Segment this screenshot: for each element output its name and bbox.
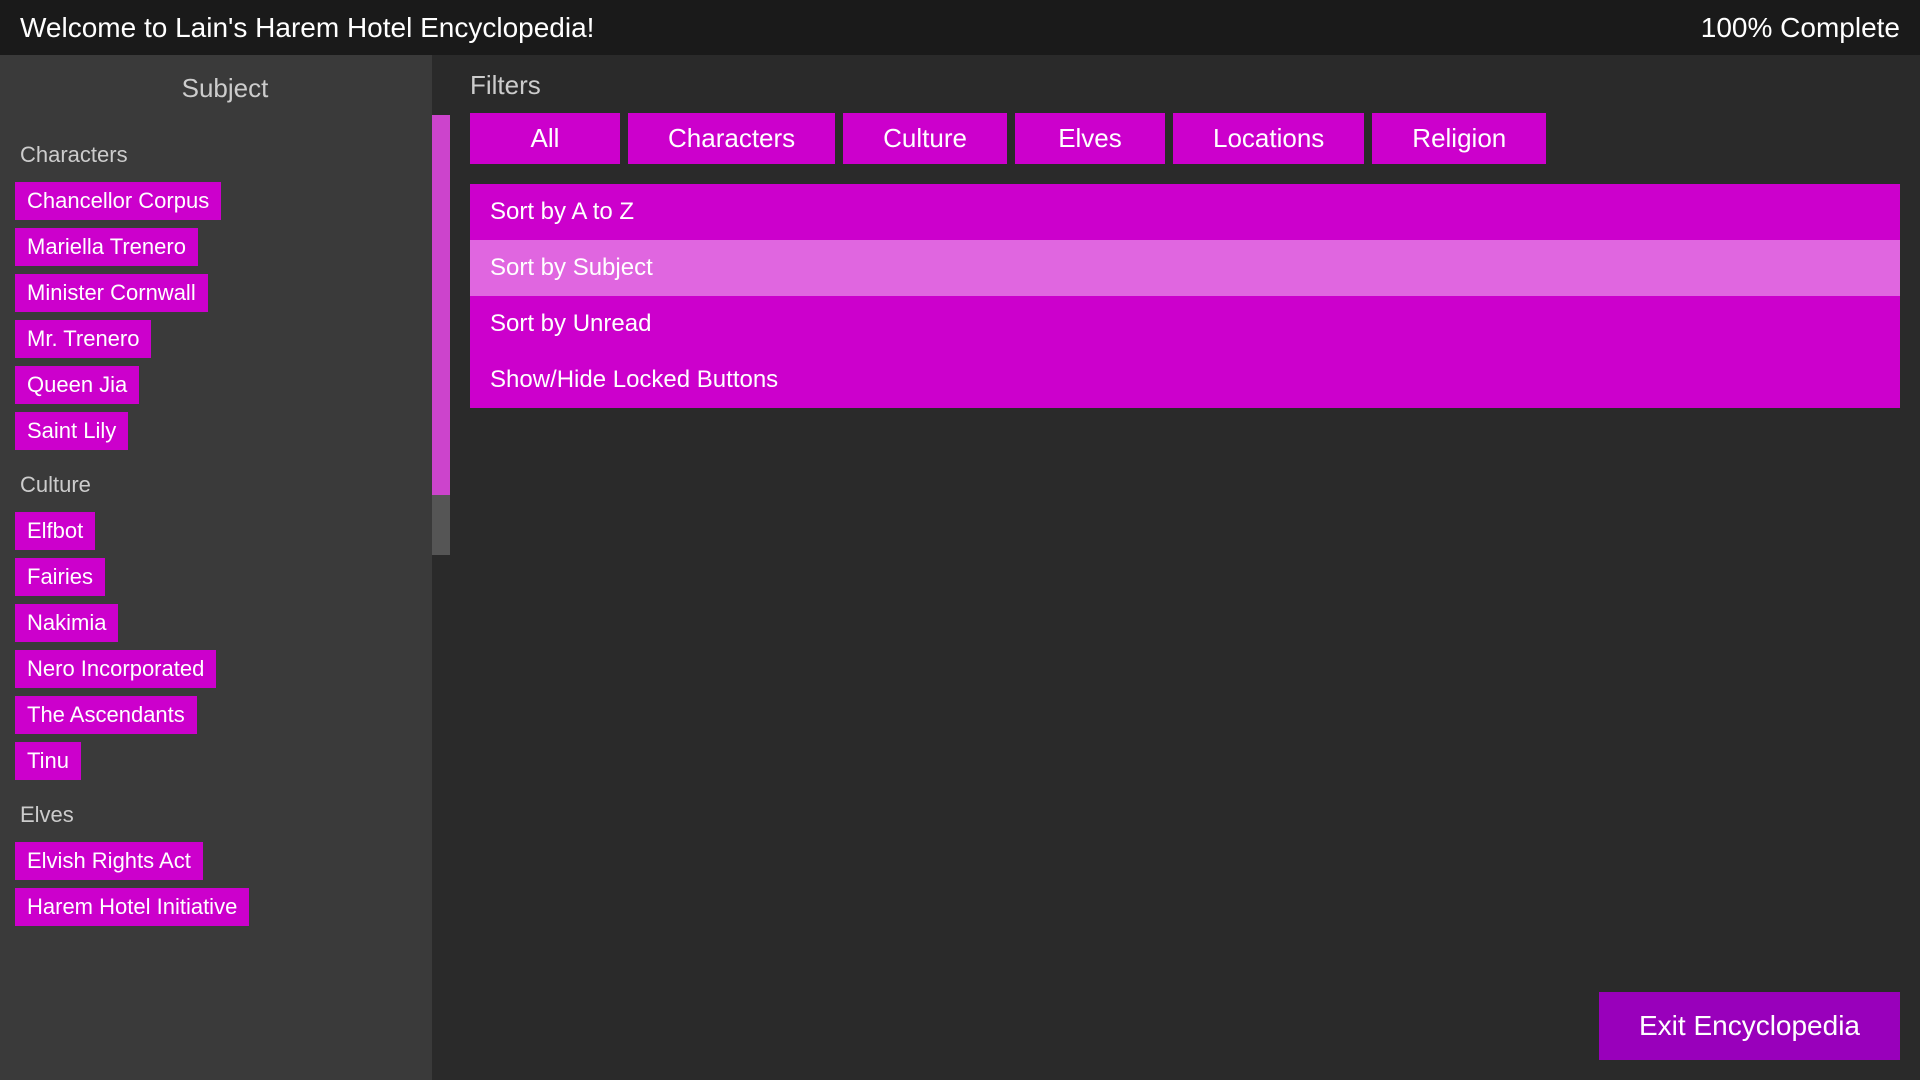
sort-option-1[interactable]: Sort by Subject <box>470 240 1900 296</box>
category-label-elves: Elves <box>20 802 435 828</box>
left-panel-header: Subject <box>0 55 450 114</box>
scrollbar-thumb-bottom[interactable] <box>432 495 450 555</box>
subject-button[interactable]: Tinu <box>15 742 81 780</box>
filter-button-culture[interactable]: Culture <box>843 113 1007 164</box>
exit-encyclopedia-button[interactable]: Exit Encyclopedia <box>1599 992 1900 1060</box>
subject-button[interactable]: Fairies <box>15 558 105 596</box>
filter-button-all[interactable]: All <box>470 113 620 164</box>
subject-button[interactable]: Minister Cornwall <box>15 274 208 312</box>
scrollbar-track[interactable] <box>432 55 450 1080</box>
category-label-characters: Characters <box>20 142 435 168</box>
category-label-culture: Culture <box>20 472 435 498</box>
subject-button[interactable]: Queen Jia <box>15 366 139 404</box>
sort-option-3[interactable]: Show/Hide Locked Buttons <box>470 352 1900 408</box>
left-panel: Subject Characters Chancellor Corpus Marie… <box>0 55 450 1080</box>
right-panel: Filters AllCharactersCultureElvesLocatio… <box>450 55 1920 1080</box>
filters-label: Filters <box>470 70 1900 101</box>
subject-list: Characters Chancellor Corpus Mariella Tren… <box>0 114 450 1079</box>
scrollbar-thumb-top[interactable] <box>432 115 450 495</box>
header: Welcome to Lain's Harem Hotel Encycloped… <box>0 0 1920 55</box>
header-completion: 100% Complete <box>1701 12 1900 44</box>
header-title: Welcome to Lain's Harem Hotel Encycloped… <box>20 12 594 44</box>
subject-button[interactable]: Elvish Rights Act <box>15 842 203 880</box>
subject-button[interactable]: Saint Lily <box>15 412 128 450</box>
subject-button[interactable]: Nakimia <box>15 604 118 642</box>
subject-button[interactable]: Elfbot <box>15 512 95 550</box>
subject-button[interactable]: Mariella Trenero <box>15 228 198 266</box>
subject-button[interactable]: Nero Incorporated <box>15 650 216 688</box>
subject-button[interactable]: Chancellor Corpus <box>15 182 221 220</box>
main-content: Subject Characters Chancellor Corpus Marie… <box>0 55 1920 1080</box>
filter-button-locations[interactable]: Locations <box>1173 113 1364 164</box>
sort-option-2[interactable]: Sort by Unread <box>470 296 1900 352</box>
sort-option-0[interactable]: Sort by A to Z <box>470 184 1900 240</box>
filter-button-religion[interactable]: Religion <box>1372 113 1546 164</box>
sort-options: Sort by A to ZSort by SubjectSort by Unr… <box>470 184 1900 408</box>
subject-button[interactable]: The Ascendants <box>15 696 197 734</box>
filter-button-elves[interactable]: Elves <box>1015 113 1165 164</box>
filter-button-characters[interactable]: Characters <box>628 113 835 164</box>
subject-button[interactable]: Mr. Trenero <box>15 320 151 358</box>
filter-buttons: AllCharactersCultureElvesLocationsReligi… <box>470 113 1900 164</box>
subject-button[interactable]: Harem Hotel Initiative <box>15 888 249 926</box>
